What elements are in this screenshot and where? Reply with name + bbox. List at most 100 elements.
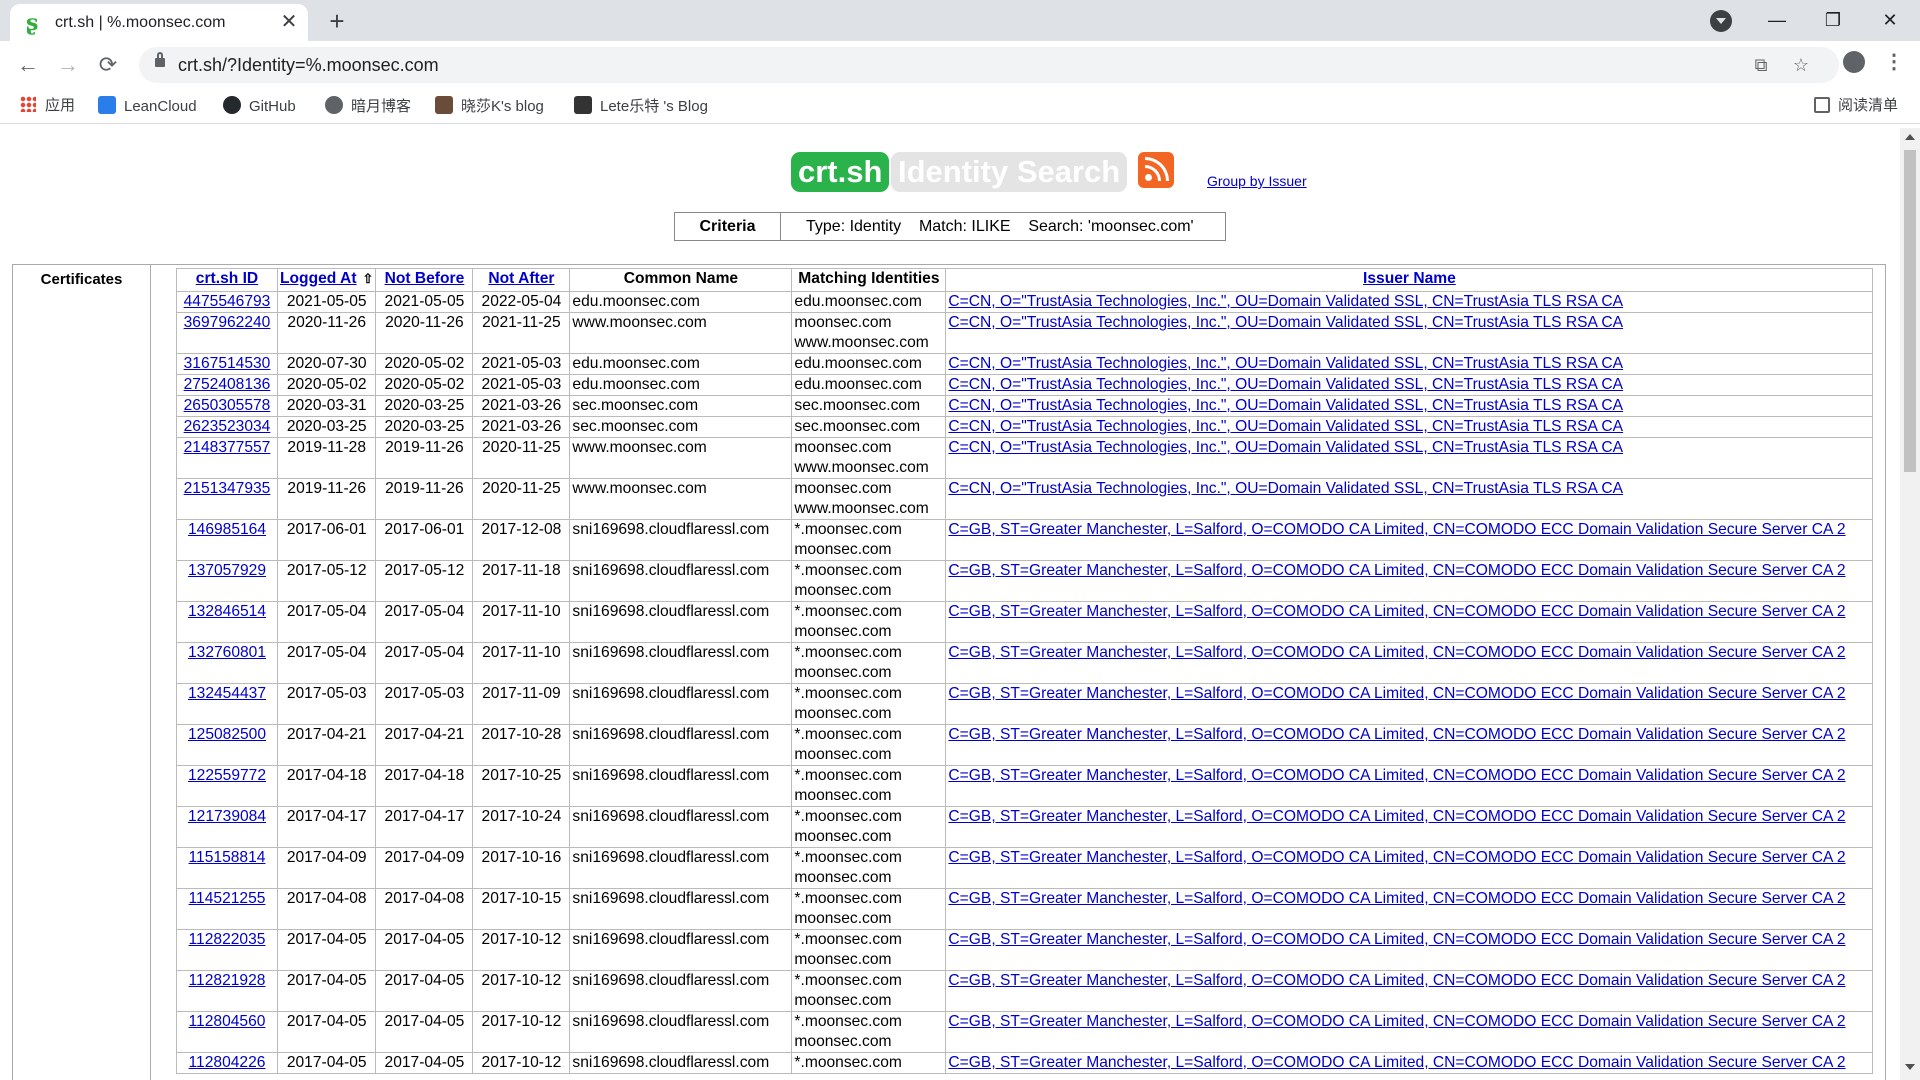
issuer-cell[interactable]: C=CN, O="TrustAsia Technologies, Inc.", … (945, 312, 1874, 354)
col-header-not-after[interactable]: Not After (472, 268, 571, 292)
cert-id-link[interactable]: 4475546793 (184, 293, 271, 310)
translate-icon[interactable]: ⧉ (1749, 53, 1773, 77)
issuer-cell[interactable]: C=GB, ST=Greater Manchester, L=Salford, … (945, 847, 1874, 889)
cert-id-link[interactable]: 3697962240 (184, 314, 271, 331)
issuer-link[interactable]: C=CN, O="TrustAsia Technologies, Inc.", … (948, 439, 1623, 456)
cert-id-cell[interactable]: 146985164 (176, 519, 278, 561)
issuer-cell[interactable]: C=CN, O="TrustAsia Technologies, Inc.", … (945, 478, 1874, 520)
col-header-issuer[interactable]: Issuer Name (945, 268, 1874, 292)
crtsh-logo[interactable]: crt.sh (791, 152, 890, 192)
issuer-cell[interactable]: C=GB, ST=Greater Manchester, L=Salford, … (945, 519, 1874, 561)
bookmark-star-icon[interactable]: ☆ (1789, 53, 1813, 77)
page-scrollbar[interactable] (1900, 128, 1920, 1080)
issuer-link[interactable]: C=GB, ST=Greater Manchester, L=Salford, … (948, 644, 1845, 661)
issuer-cell[interactable]: C=CN, O="TrustAsia Technologies, Inc.", … (945, 374, 1874, 396)
bookmark-apps[interactable]: 应用 (20, 96, 75, 116)
issuer-link[interactable]: C=CN, O="TrustAsia Technologies, Inc.", … (948, 480, 1623, 497)
minimize-button[interactable]: — (1757, 6, 1797, 34)
cert-id-link[interactable]: 2752408136 (184, 376, 271, 393)
lock-icon[interactable] (155, 52, 165, 67)
col-header-id[interactable]: crt.sh ID (176, 268, 278, 292)
issuer-link[interactable]: C=GB, ST=Greater Manchester, L=Salford, … (948, 808, 1845, 825)
issuer-link[interactable]: C=GB, ST=Greater Manchester, L=Salford, … (948, 890, 1845, 907)
bookmark-anyue[interactable]: 暗月博客 (325, 96, 411, 116)
issuer-link[interactable]: C=CN, O="TrustAsia Technologies, Inc.", … (948, 418, 1623, 435)
cert-id-link[interactable]: 132454437 (188, 685, 266, 702)
reading-list[interactable]: 阅读清单 (1814, 96, 1898, 116)
issuer-link[interactable]: C=GB, ST=Greater Manchester, L=Salford, … (948, 767, 1845, 784)
bookmark-xiaosha[interactable]: 晓莎K's blog (435, 96, 544, 116)
cert-id-cell[interactable]: 132846514 (176, 601, 278, 643)
cert-id-link[interactable]: 112822035 (189, 931, 266, 948)
issuer-link[interactable]: C=CN, O="TrustAsia Technologies, Inc.", … (948, 397, 1623, 414)
sort-by-issuer-link[interactable]: Issuer Name (1363, 270, 1456, 287)
issuer-cell[interactable]: C=GB, ST=Greater Manchester, L=Salford, … (945, 929, 1874, 971)
cert-id-cell[interactable]: 3697962240 (176, 312, 278, 354)
active-tab[interactable]: ʂ crt.sh | %.moonsec.com ✕ (10, 4, 308, 41)
issuer-link[interactable]: C=GB, ST=Greater Manchester, L=Salford, … (948, 521, 1845, 538)
cert-id-link[interactable]: 112804226 (189, 1054, 266, 1071)
issuer-cell[interactable]: C=CN, O="TrustAsia Technologies, Inc.", … (945, 395, 1874, 417)
issuer-link[interactable]: C=CN, O="TrustAsia Technologies, Inc.", … (948, 314, 1623, 331)
issuer-cell[interactable]: C=GB, ST=Greater Manchester, L=Salford, … (945, 765, 1874, 807)
col-header-not-before[interactable]: Not Before (375, 268, 474, 292)
maximize-button[interactable]: ❐ (1813, 6, 1853, 34)
issuer-cell[interactable]: C=GB, ST=Greater Manchester, L=Salford, … (945, 970, 1874, 1012)
issuer-link[interactable]: C=GB, ST=Greater Manchester, L=Salford, … (948, 1013, 1845, 1030)
back-button[interactable]: ← (14, 51, 42, 79)
bookmark-lete[interactable]: Lete乐特 's Blog (574, 96, 708, 116)
tab-close-icon[interactable]: ✕ (278, 11, 300, 33)
issuer-link[interactable]: C=GB, ST=Greater Manchester, L=Salford, … (948, 685, 1845, 702)
bookmark-github[interactable]: GitHub (223, 96, 296, 116)
url-text[interactable]: crt.sh/?Identity=%.moonsec.com (178, 55, 439, 76)
cert-id-cell[interactable]: 2151347935 (176, 478, 278, 520)
cert-id-link[interactable]: 125082500 (188, 726, 266, 743)
issuer-cell[interactable]: C=CN, O="TrustAsia Technologies, Inc.", … (945, 291, 1874, 313)
scrollbar-thumb[interactable] (1904, 150, 1916, 472)
cert-id-link[interactable]: 115158814 (189, 849, 266, 866)
new-tab-button[interactable]: + (322, 6, 352, 36)
issuer-link[interactable]: C=GB, ST=Greater Manchester, L=Salford, … (948, 931, 1845, 948)
cert-id-cell[interactable]: 112821928 (176, 970, 278, 1012)
cert-id-link[interactable]: 2623523034 (184, 418, 271, 435)
forward-button[interactable]: → (54, 51, 82, 79)
cert-id-cell[interactable]: 132454437 (176, 683, 278, 725)
rss-feed-icon[interactable] (1138, 152, 1174, 188)
tab-search-icon[interactable] (1710, 10, 1732, 32)
profile-avatar-icon[interactable] (1843, 51, 1865, 73)
issuer-link[interactable]: C=GB, ST=Greater Manchester, L=Salford, … (948, 726, 1845, 743)
cert-id-cell[interactable]: 125082500 (176, 724, 278, 766)
scroll-down-icon[interactable] (1905, 1064, 1915, 1070)
cert-id-cell[interactable]: 2148377557 (176, 437, 278, 479)
cert-id-link[interactable]: 112804560 (189, 1013, 266, 1030)
issuer-cell[interactable]: C=GB, ST=Greater Manchester, L=Salford, … (945, 888, 1874, 930)
cert-id-link[interactable]: 2148377557 (184, 439, 271, 456)
cert-id-link[interactable]: 114521255 (189, 890, 266, 907)
bookmark-leancloud[interactable]: LeanCloud (98, 96, 197, 116)
issuer-cell[interactable]: C=GB, ST=Greater Manchester, L=Salford, … (945, 1011, 1874, 1053)
cert-id-link[interactable]: 122559772 (188, 767, 266, 784)
cert-id-cell[interactable]: 4475546793 (176, 291, 278, 313)
issuer-link[interactable]: C=GB, ST=Greater Manchester, L=Salford, … (948, 603, 1845, 620)
cert-id-link[interactable]: 121739084 (188, 808, 266, 825)
group-by-issuer-link[interactable]: Group by Issuer (1207, 173, 1307, 189)
issuer-cell[interactable]: C=GB, ST=Greater Manchester, L=Salford, … (945, 560, 1874, 602)
cert-id-cell[interactable]: 132760801 (176, 642, 278, 684)
issuer-cell[interactable]: C=GB, ST=Greater Manchester, L=Salford, … (945, 601, 1874, 643)
issuer-cell[interactable]: C=CN, O="TrustAsia Technologies, Inc.", … (945, 416, 1874, 438)
cert-id-link[interactable]: 132846514 (188, 603, 266, 620)
issuer-link[interactable]: C=CN, O="TrustAsia Technologies, Inc.", … (948, 355, 1623, 372)
issuer-cell[interactable]: C=CN, O="TrustAsia Technologies, Inc.", … (945, 353, 1874, 375)
issuer-cell[interactable]: C=GB, ST=Greater Manchester, L=Salford, … (945, 642, 1874, 684)
issuer-link[interactable]: C=GB, ST=Greater Manchester, L=Salford, … (948, 972, 1845, 989)
issuer-cell[interactable]: C=GB, ST=Greater Manchester, L=Salford, … (945, 683, 1874, 725)
issuer-cell[interactable]: C=GB, ST=Greater Manchester, L=Salford, … (945, 724, 1874, 766)
issuer-link[interactable]: C=GB, ST=Greater Manchester, L=Salford, … (948, 562, 1845, 579)
cert-id-link[interactable]: 112821928 (189, 972, 266, 989)
sort-by-not-after-link[interactable]: Not After (488, 270, 554, 287)
browser-menu-icon[interactable]: ⋮ (1884, 50, 1904, 76)
cert-id-cell[interactable]: 112804560 (176, 1011, 278, 1053)
close-window-button[interactable]: ✕ (1870, 6, 1910, 34)
issuer-link[interactable]: C=CN, O="TrustAsia Technologies, Inc.", … (948, 293, 1623, 310)
issuer-cell[interactable]: C=GB, ST=Greater Manchester, L=Salford, … (945, 806, 1874, 848)
